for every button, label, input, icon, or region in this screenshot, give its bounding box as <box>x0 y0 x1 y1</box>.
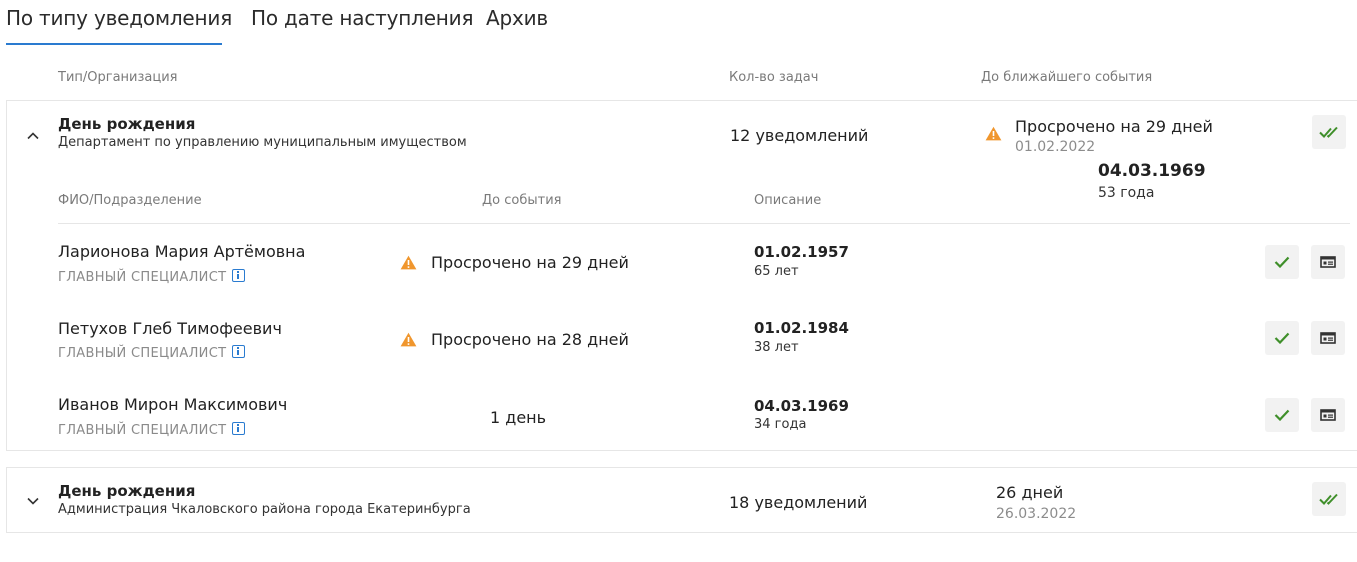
person-role-label: ГЛАВНЫЙ СПЕЦИАЛИСТ <box>58 346 227 361</box>
active-tab-indicator <box>6 43 222 45</box>
person-name: Ларионова Мария Артёмовна <box>58 242 306 261</box>
warning-icon <box>400 332 417 347</box>
info-icon[interactable] <box>232 269 246 282</box>
card-icon <box>1320 256 1336 268</box>
check-icon <box>1274 409 1290 421</box>
group-task-count: 18 уведомлений <box>729 493 868 512</box>
column-header-type-org: Тип/Организация <box>58 70 178 85</box>
chevron-down-icon[interactable] <box>25 493 41 509</box>
age: 38 лет <box>754 340 799 355</box>
group-nearest-date: 26.03.2022 <box>996 506 1077 522</box>
birth-date: 01.02.1984 <box>754 319 849 337</box>
subcolumn-header-until-event: До события <box>482 193 562 208</box>
row-status: Просрочено на 29 дней <box>431 253 629 272</box>
mark-all-done-button[interactable] <box>1312 115 1346 149</box>
subheader-divider <box>58 223 1350 224</box>
row-status: Просрочено на 28 дней <box>431 330 629 349</box>
column-header-nearest-event: До ближайшего события <box>981 70 1153 85</box>
row-status: 1 день <box>490 408 547 427</box>
group-card: День рождения Департамент по управлению … <box>6 100 1357 451</box>
group-title: День рождения <box>58 482 196 500</box>
tab-archive[interactable]: Архив <box>486 6 548 30</box>
group-nearest-status: Просрочено на 29 дней <box>1015 117 1213 136</box>
group-nearest-status: 26 дней <box>996 483 1064 502</box>
card-icon <box>1320 409 1336 421</box>
person-name: Петухов Глеб Тимофеевич <box>58 319 282 338</box>
age: 34 года <box>754 417 807 432</box>
group-card: День рождения Администрация Чкаловского … <box>6 467 1357 533</box>
tooltip-date: 04.03.1969 <box>1098 161 1206 181</box>
double-check-icon <box>1319 126 1338 138</box>
subcolumn-header-description: Описание <box>754 193 822 208</box>
group-title: День рождения <box>58 115 196 133</box>
tooltip-age: 53 года <box>1098 185 1155 201</box>
birth-date: 01.02.1957 <box>754 243 849 261</box>
info-icon[interactable] <box>232 422 246 435</box>
group-organization: Департамент по управлению муниципальным … <box>58 135 467 150</box>
person-role: ГЛАВНЫЙ СПЕЦИАЛИСТ <box>58 345 246 361</box>
subcolumn-header-person: ФИО/Подразделение <box>58 193 202 208</box>
check-icon <box>1274 256 1290 268</box>
person-role: ГЛАВНЫЙ СПЕЦИАЛИСТ <box>58 422 246 438</box>
age: 65 лет <box>754 264 799 279</box>
person-role-label: ГЛАВНЫЙ СПЕЦИАЛИСТ <box>58 423 227 438</box>
mark-all-done-button[interactable] <box>1312 482 1346 516</box>
tabs-bar: По типу уведомления По дате наступления … <box>0 0 1357 46</box>
group-organization: Администрация Чкаловского района города … <box>58 502 471 517</box>
person-role: ГЛАВНЫЙ СПЕЦИАЛИСТ <box>58 269 246 285</box>
double-check-icon <box>1319 493 1338 505</box>
birth-date: 04.03.1969 <box>754 397 849 415</box>
check-icon <box>1274 332 1290 344</box>
info-icon[interactable] <box>232 345 246 358</box>
tab-by-notification-type[interactable]: По типу уведомления <box>6 6 232 30</box>
group-nearest-date: 01.02.2022 <box>1015 139 1096 155</box>
tab-by-date[interactable]: По дате наступления <box>251 6 474 30</box>
chevron-up-icon[interactable] <box>25 128 41 144</box>
open-card-button[interactable] <box>1311 321 1345 355</box>
warning-icon <box>985 126 1002 141</box>
person-name: Иванов Мирон Максимович <box>58 395 288 414</box>
mark-done-button[interactable] <box>1265 321 1299 355</box>
warning-icon <box>400 255 417 270</box>
mark-done-button[interactable] <box>1265 245 1299 279</box>
group-task-count: 12 уведомлений <box>730 126 869 145</box>
mark-done-button[interactable] <box>1265 398 1299 432</box>
open-card-button[interactable] <box>1311 398 1345 432</box>
open-card-button[interactable] <box>1311 245 1345 279</box>
card-icon <box>1320 332 1336 344</box>
person-role-label: ГЛАВНЫЙ СПЕЦИАЛИСТ <box>58 270 227 285</box>
column-header-task-count: Кол-во задач <box>729 70 819 85</box>
